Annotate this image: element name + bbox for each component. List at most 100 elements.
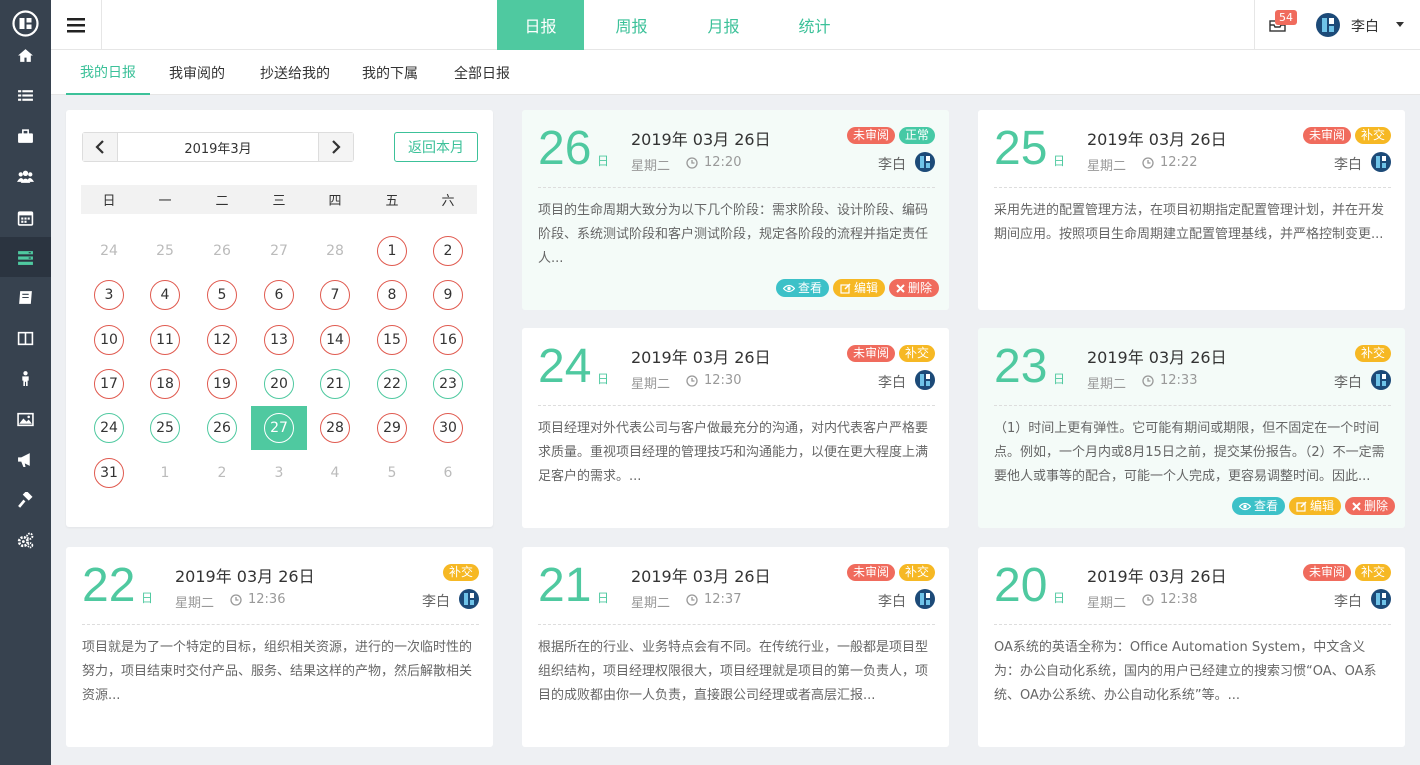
calendar-day[interactable]: 4 xyxy=(137,273,193,317)
report-card[interactable]: 20 日 2019年 03月 26日 星期二 12:38 未审阅 补交 李白 O… xyxy=(978,547,1405,747)
calendar-day[interactable]: 1 xyxy=(137,451,193,495)
report-card[interactable]: 21 日 2019年 03月 26日 星期二 12:37 未审阅 补交 李白 根… xyxy=(522,547,949,747)
calendar-day[interactable]: 18 xyxy=(137,362,193,406)
report-card[interactable]: 23 日 2019年 03月 26日 星期二 12:33 补交 李白 （1）时间… xyxy=(978,328,1405,528)
calendar-day[interactable]: 23 xyxy=(420,362,476,406)
calendar-day[interactable]: 24 xyxy=(81,406,137,450)
calendar-day[interactable]: 13 xyxy=(251,318,307,362)
calendar-day[interactable]: 5 xyxy=(364,451,420,495)
sidebar-item-tools[interactable] xyxy=(0,480,51,520)
sidebar-item-daily-report[interactable] xyxy=(0,237,51,277)
edit-button[interactable]: 编辑 xyxy=(1288,497,1341,515)
calendar-day[interactable]: 6 xyxy=(420,451,476,495)
report-card[interactable]: 22 日 2019年 03月 26日 星期二 12:36 补交 李白 项目就是为… xyxy=(66,547,493,747)
calendar-day[interactable]: 3 xyxy=(251,451,307,495)
sidebar-item-settings[interactable] xyxy=(0,520,51,560)
sidebar-item-briefcase[interactable] xyxy=(0,116,51,156)
prev-month-button[interactable] xyxy=(83,133,117,161)
day-number: 28 xyxy=(326,243,344,259)
calendar-day[interactable]: 24 xyxy=(81,229,137,273)
report-time-value: 12:22 xyxy=(1160,155,1198,170)
tab-monthly[interactable]: 月报 xyxy=(680,0,767,50)
subtab-my-reports[interactable]: 我的日报 xyxy=(66,50,150,95)
calendar-day[interactable]: 3 xyxy=(81,273,137,317)
report-day-number: 22 xyxy=(82,559,136,612)
calendar-day[interactable]: 21 xyxy=(307,362,363,406)
calendar-day[interactable]: 28 xyxy=(307,229,363,273)
back-to-current-month-button[interactable]: 返回本月 xyxy=(394,132,478,162)
calendar-day[interactable]: 16 xyxy=(420,318,476,362)
report-card[interactable]: 24 日 2019年 03月 26日 星期二 12:30 未审阅 补交 李白 项… xyxy=(522,328,949,528)
calendar-day-today[interactable]: 27 xyxy=(251,406,307,450)
calendar-day[interactable]: 14 xyxy=(307,318,363,362)
next-month-button[interactable] xyxy=(319,133,353,161)
calendar-day[interactable]: 28 xyxy=(307,406,363,450)
tab-daily[interactable]: 日报 xyxy=(497,0,584,50)
menu-toggle-button[interactable] xyxy=(51,0,102,50)
sidebar-item-users[interactable] xyxy=(0,156,51,196)
calendar-day[interactable]: 30 xyxy=(420,406,476,450)
calendar-day[interactable]: 2 xyxy=(420,229,476,273)
subtab-subordinates[interactable]: 我的下属 xyxy=(350,50,430,95)
view-button[interactable]: 查看 xyxy=(775,279,829,297)
calendar-day[interactable]: 17 xyxy=(81,362,137,406)
delete-button[interactable]: 删除 xyxy=(888,279,939,297)
calendar-day[interactable]: 15 xyxy=(364,318,420,362)
calendar-day[interactable]: 29 xyxy=(364,406,420,450)
calendar-day[interactable]: 8 xyxy=(364,273,420,317)
delete-button[interactable]: 删除 xyxy=(1344,497,1395,515)
weekday-label: 六 xyxy=(441,194,455,209)
app-logo[interactable] xyxy=(12,10,39,37)
report-weekday: 星期二 xyxy=(1087,159,1127,174)
calendar-day[interactable]: 26 xyxy=(194,229,250,273)
sidebar-item-image[interactable] xyxy=(0,399,51,439)
calendar-day[interactable]: 25 xyxy=(137,406,193,450)
calendar-day[interactable]: 27 xyxy=(251,229,307,273)
user-name[interactable]: 李白 xyxy=(1351,16,1379,36)
calendar-day[interactable]: 20 xyxy=(251,362,307,406)
weekday-label: 二 xyxy=(215,194,229,209)
sidebar-item-home[interactable] xyxy=(0,35,51,75)
tab-weekly[interactable]: 周报 xyxy=(588,0,675,50)
sidebar-item-announce[interactable] xyxy=(0,439,51,479)
calendar-day[interactable]: 2 xyxy=(194,451,250,495)
subtab-all[interactable]: 全部日报 xyxy=(442,50,522,95)
report-weekday: 星期二 xyxy=(631,159,671,174)
calendar-day[interactable]: 1 xyxy=(364,229,420,273)
sidebar-item-list[interactable] xyxy=(0,75,51,115)
sidebar-item-book[interactable] xyxy=(0,277,51,317)
calendar-day[interactable]: 9 xyxy=(420,273,476,317)
calendar-day[interactable]: 31 xyxy=(81,451,137,495)
avatar[interactable] xyxy=(1316,13,1340,37)
chevron-down-icon[interactable] xyxy=(1396,22,1404,27)
status-badges: 补交 xyxy=(1354,345,1391,362)
calendar-day[interactable]: 5 xyxy=(194,273,250,317)
calendar-day[interactable]: 6 xyxy=(251,273,307,317)
calendar-day[interactable]: 26 xyxy=(194,406,250,450)
calendar-day[interactable]: 19 xyxy=(194,362,250,406)
weekday-header: 日 一 二 三 四 五 六 xyxy=(81,185,477,214)
report-time-value: 12:20 xyxy=(704,155,742,170)
subtab-cc[interactable]: 抄送给我的 xyxy=(250,50,340,95)
edit-button[interactable]: 编辑 xyxy=(832,279,885,297)
calendar-day[interactable]: 10 xyxy=(81,318,137,362)
sidebar-item-columns[interactable] xyxy=(0,318,51,358)
calendar-day[interactable]: 22 xyxy=(364,362,420,406)
subtab-reviewed[interactable]: 我审阅的 xyxy=(157,50,237,95)
calendar-day[interactable]: 4 xyxy=(307,451,363,495)
calendar-day[interactable]: 7 xyxy=(307,273,363,317)
calendar-day[interactable]: 25 xyxy=(137,229,193,273)
view-button[interactable]: 查看 xyxy=(1231,497,1285,515)
sidebar-item-person[interactable] xyxy=(0,358,51,398)
sidebar xyxy=(0,0,51,765)
report-date: 2019年 03月 26日 xyxy=(631,348,771,367)
report-card[interactable]: 26 日 2019年 03月 26日 星期二 12:20 未审阅 正常 李白 项… xyxy=(522,110,949,310)
day-number: 5 xyxy=(207,280,237,310)
sidebar-item-calendar[interactable] xyxy=(0,197,51,237)
clock-icon xyxy=(686,374,698,387)
report-card[interactable]: 25 日 2019年 03月 26日 星期二 12:22 未审阅 补交 李白 采… xyxy=(978,110,1405,310)
calendar-day[interactable]: 12 xyxy=(194,318,250,362)
tab-statistics[interactable]: 统计 xyxy=(771,0,858,50)
calendar-day[interactable]: 11 xyxy=(137,318,193,362)
report-author: 李白 xyxy=(422,594,450,610)
